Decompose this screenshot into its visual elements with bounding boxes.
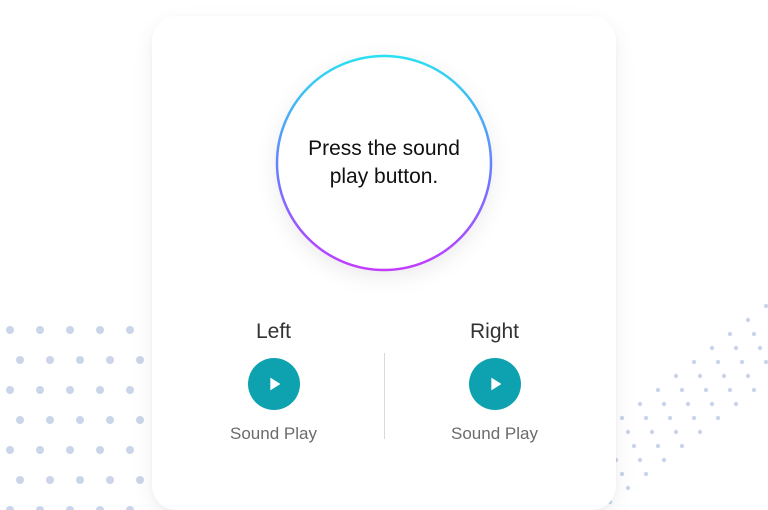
right-play-caption: Sound Play [451,424,538,444]
right-play-button[interactable] [469,358,521,410]
sound-controls: Left Sound Play Right Sound Play [152,320,616,444]
sound-test-card: Press the sound play button. Left Sound … [152,16,616,510]
right-channel-group: Right Sound Play [405,320,585,444]
play-icon [484,373,506,395]
left-channel-group: Left Sound Play [184,320,364,444]
right-channel-label: Right [470,320,519,344]
stage: Press the sound play button. Left Sound … [0,0,768,510]
play-icon [263,373,285,395]
instruction-text: Press the sound play button. [273,52,495,274]
instruction-circle: Press the sound play button. [273,52,495,274]
left-channel-label: Left [256,320,291,344]
left-play-caption: Sound Play [230,424,317,444]
left-play-button[interactable] [248,358,300,410]
channel-divider [384,353,385,439]
